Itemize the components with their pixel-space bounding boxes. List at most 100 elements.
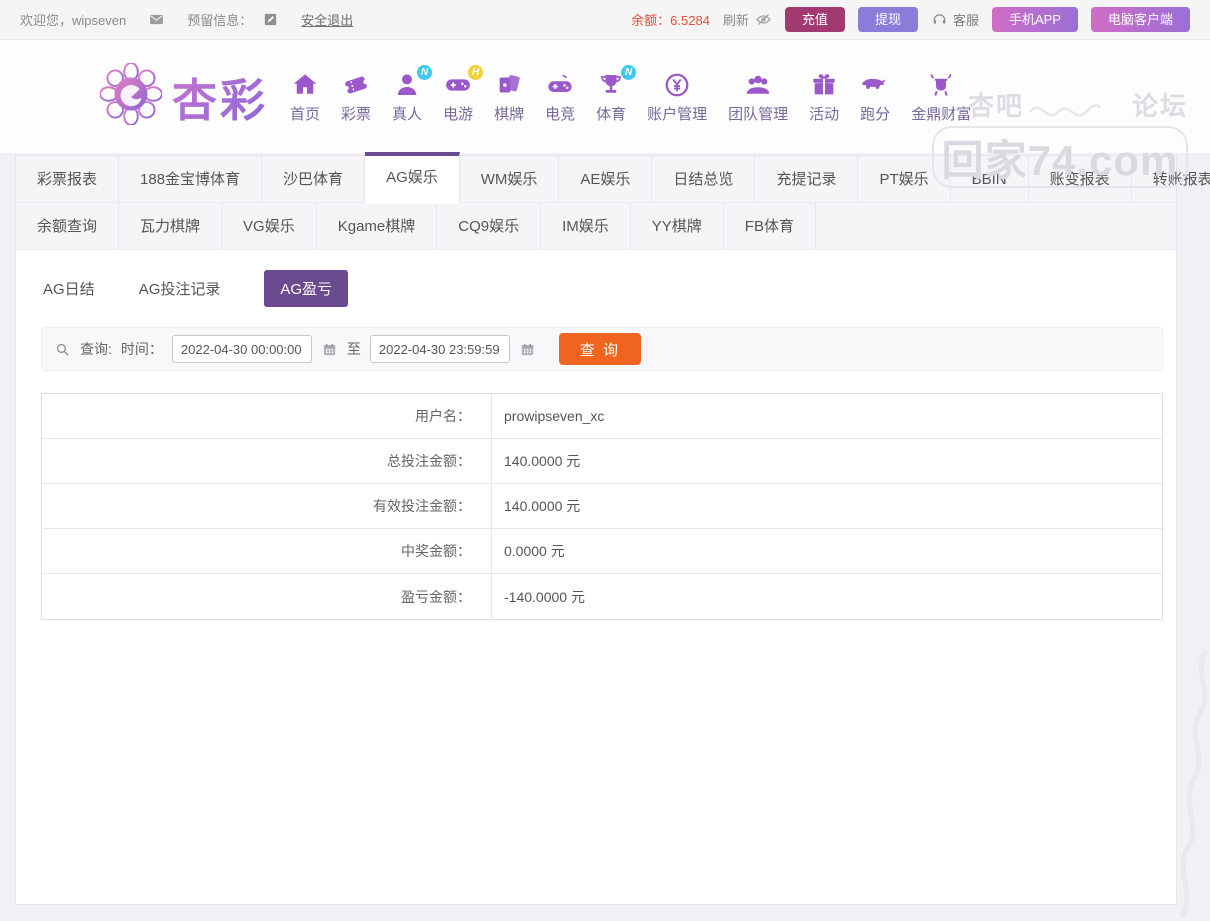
row-value: -140.0000 元 [504, 588, 585, 605]
brand[interactable]: 杏彩 [99, 62, 268, 130]
tab-yy-games[interactable]: YY棋牌 [631, 203, 724, 250]
badge-n: N [621, 64, 637, 80]
table-row-winnings: 中奖金额： 0.0000 元 [42, 529, 1162, 574]
tab-fb-sports[interactable]: FB体育 [724, 203, 816, 250]
query-label: 查询: [80, 341, 112, 357]
row-value: 140.0000 元 [504, 453, 581, 469]
topbar: 欢迎您，wipseven 预留信息： 安全退出 余额：6.5284 刷新 充值 … [0, 0, 1210, 40]
tab-transfer-report[interactable]: 转账报表 [1132, 156, 1210, 203]
topbar-right: 余额：6.5284 刷新 充值 提现 客服 手机APP 电脑客户端 [631, 7, 1190, 32]
header: 杏彩 首页 彩票 N 真人 H 电游 棋牌 电竞 N 体育 账户管理 团队管理 … [0, 40, 1210, 188]
date-from-input[interactable] [171, 335, 312, 363]
nav-label: 体育 [596, 105, 627, 123]
esports-gamepad-icon [545, 70, 575, 100]
row-label: 总投注金额： [42, 439, 492, 483]
row-value: 140.0000 元 [504, 498, 581, 514]
nav-label: 活动 [809, 105, 840, 123]
tab-wali-games[interactable]: 瓦力棋牌 [119, 203, 223, 250]
calendar-icon[interactable] [321, 341, 338, 358]
welcome-text: 欢迎您，wipseven [20, 13, 127, 28]
tab-vg-casino[interactable]: VG娱乐 [222, 203, 317, 250]
headphones-icon [931, 11, 948, 28]
tab-deposit-withdraw-records[interactable]: 充提记录 [755, 156, 859, 203]
tab-balance-query[interactable]: 余额查询 [16, 203, 120, 250]
trophy-icon: N [596, 64, 637, 100]
tripod-icon [926, 70, 956, 100]
calendar-icon[interactable] [519, 341, 536, 358]
nav-item-board-games[interactable]: 棋牌 [494, 70, 524, 124]
subtab-ag-daily[interactable]: AG日结 [43, 278, 95, 299]
table-row-username: 用户名： prowipseven_xc [42, 394, 1162, 439]
nav-item-team-management[interactable]: 团队管理 [728, 70, 788, 124]
brand-name: 杏彩 [172, 64, 268, 129]
nav-item-account-management[interactable]: 账户管理 [647, 70, 707, 124]
logout-link[interactable]: 安全退出 [301, 10, 353, 29]
tab-im-casino[interactable]: IM娱乐 [541, 203, 631, 250]
nav-item-esports[interactable]: 电竞 [545, 70, 575, 124]
tab-wm-casino[interactable]: WM娱乐 [460, 156, 560, 203]
date-to-input[interactable] [369, 335, 510, 363]
nav-label: 真人 [392, 105, 423, 123]
main-nav: 首页 彩票 N 真人 H 电游 棋牌 电竞 N 体育 账户管理 团队管理 活动 … [290, 64, 971, 124]
envelope-icon[interactable] [148, 11, 165, 28]
content-card: 彩票报表 188金宝博体育 沙巴体育 AG娱乐 WM娱乐 AE娱乐 日结总览 充… [15, 152, 1210, 905]
edit-icon[interactable] [262, 11, 279, 28]
row-label: 用户名： [42, 394, 492, 438]
tab-ae-casino[interactable]: AE娱乐 [559, 156, 653, 203]
tab-ag-casino[interactable]: AG娱乐 [365, 152, 460, 204]
tabs-row-1: 彩票报表 188金宝博体育 沙巴体育 AG娱乐 WM娱乐 AE娱乐 日结总览 充… [16, 152, 1210, 204]
nav-item-home[interactable]: 首页 [290, 70, 320, 124]
nav-label: 电竞 [545, 105, 576, 123]
ticket-icon [341, 70, 371, 100]
time-label: 时间： [120, 341, 163, 357]
topbar-left: 欢迎您，wipseven 预留信息： 安全退出 [20, 10, 353, 29]
balance-label: 余额： [631, 13, 671, 28]
table-row-total-bet: 总投注金额： 140.0000 元 [42, 439, 1162, 484]
nav-item-egames[interactable]: H 电游 [443, 64, 484, 124]
report-table: 用户名： prowipseven_xc 总投注金额： 140.0000 元 有效… [41, 393, 1163, 620]
customer-service-link[interactable]: 客服 [931, 10, 979, 29]
row-label: 有效投注金额： [42, 484, 492, 528]
nav-label: 电游 [443, 105, 474, 123]
service-label: 客服 [952, 13, 979, 28]
row-label: 中奖金额： [42, 529, 492, 573]
rhino-icon [860, 70, 890, 100]
eye-slash-icon[interactable] [755, 11, 772, 28]
subtab-ag-bet-records[interactable]: AG投注记录 [139, 278, 221, 299]
search-icon [54, 341, 71, 358]
refresh-link[interactable]: 刷新 [723, 10, 772, 29]
nav-label: 首页 [290, 105, 321, 123]
nav-label: 跑分 [860, 105, 891, 123]
nav-item-lottery[interactable]: 彩票 [341, 70, 371, 124]
gift-icon [809, 70, 839, 100]
tab-188-sports[interactable]: 188金宝博体育 [119, 156, 263, 203]
person-icon: N [392, 64, 433, 100]
recharge-button[interactable]: 充值 [784, 7, 845, 32]
tab-bbin[interactable]: BBIN [951, 156, 1029, 203]
subtab-ag-profit-loss[interactable]: AG盈亏 [264, 270, 349, 307]
watermark-text-right: 论坛 [1131, 91, 1188, 121]
pc-client-button[interactable]: 电脑客户端 [1090, 7, 1190, 32]
tab-daily-summary[interactable]: 日结总览 [652, 156, 756, 203]
nav-item-paofen[interactable]: 跑分 [860, 70, 890, 124]
tab-shaba-sports[interactable]: 沙巴体育 [262, 156, 366, 203]
row-label: 盈亏金额： [42, 574, 492, 619]
tab-account-change-report[interactable]: 账变报表 [1029, 156, 1132, 203]
team-icon [743, 70, 773, 100]
nav-item-sports[interactable]: N 体育 [596, 64, 637, 124]
background-flourish-icon [1179, 649, 1209, 919]
nav-label: 棋牌 [494, 105, 525, 123]
flourish-icon [1029, 104, 1102, 117]
query-button[interactable]: 查 询 [558, 333, 641, 365]
nav-item-jinding-wealth[interactable]: 金鼎财富 [911, 70, 971, 124]
row-value: 0.0000 元 [504, 543, 565, 559]
subtabs: AG日结 AG投注记录 AG盈亏 [16, 250, 1176, 320]
nav-item-promotions[interactable]: 活动 [809, 70, 839, 124]
tab-cq9-casino[interactable]: CQ9娱乐 [437, 203, 542, 250]
tab-kgame-games[interactable]: Kgame棋牌 [317, 203, 438, 250]
tab-pt-casino[interactable]: PT娱乐 [858, 156, 951, 203]
nav-item-live-casino[interactable]: N 真人 [392, 64, 433, 124]
tab-lottery-report[interactable]: 彩票报表 [16, 156, 120, 203]
mobile-app-button[interactable]: 手机APP [991, 7, 1078, 32]
withdraw-button[interactable]: 提现 [857, 7, 918, 32]
